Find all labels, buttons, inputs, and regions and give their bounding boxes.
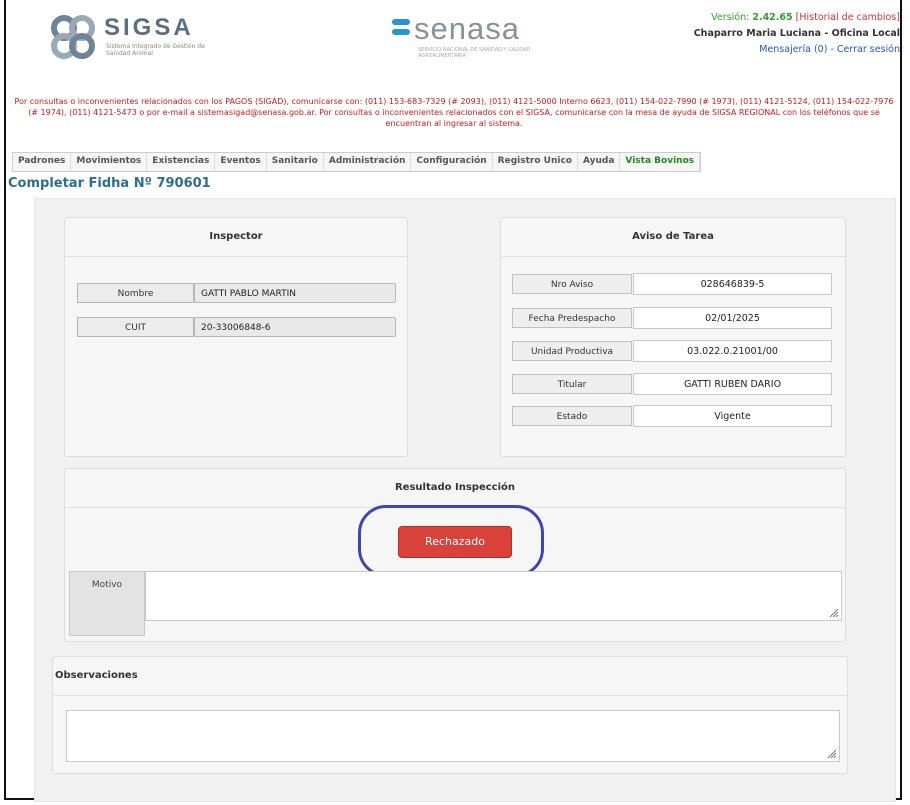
sigsa-logo-icon xyxy=(51,15,95,59)
user-name: Chaparro Maria Luciana - Oficina Local xyxy=(693,28,900,39)
nav-item-eventos[interactable]: Eventos xyxy=(215,153,267,171)
unidad-productiva-label: Unidad Productiva xyxy=(512,341,632,361)
brand-name: senasa xyxy=(414,11,520,46)
aviso-title: Aviso de Tarea xyxy=(501,218,845,257)
senasa-logo-icon xyxy=(392,19,410,35)
version-number: 2.42.65 xyxy=(752,12,793,23)
highlight-circle xyxy=(358,505,544,577)
nro-aviso-label: Nro Aviso xyxy=(512,274,632,294)
fecha-predespacho-field[interactable]: 02/01/2025 xyxy=(633,307,832,329)
logo-title: SIGSA xyxy=(104,14,194,41)
header-user-info: Versión: 2.42.65 [Historial de cambios] … xyxy=(694,10,900,58)
nro-aviso-field[interactable]: 028646839-5 xyxy=(633,273,832,295)
resultado-title: Resultado Inspección xyxy=(65,469,845,508)
titular-field[interactable]: GATTI RUBEN DARIO xyxy=(633,373,832,395)
nav-item-existencias[interactable]: Existencias xyxy=(147,153,216,171)
observaciones-title: Observaciones xyxy=(53,657,847,696)
logout-link[interactable]: Cerrar sesión xyxy=(837,44,900,55)
messages-link[interactable]: Mensajería (0) xyxy=(759,44,827,55)
estado-field[interactable]: Vigente xyxy=(633,405,832,427)
main-nav: Padrones Movimientos Existencias Eventos… xyxy=(12,152,702,172)
contact-notice: Por consultas o inconvenientes relaciona… xyxy=(14,97,894,128)
nav-item-vista-bovinos[interactable]: Vista Bovinos xyxy=(620,153,701,171)
nombre-field[interactable]: GATTI PABLO MARTIN xyxy=(194,283,396,303)
nav-item-configuracion[interactable]: Configuración xyxy=(411,153,493,171)
resize-grip-icon[interactable] xyxy=(829,608,839,618)
cuit-label: CUIT xyxy=(77,317,194,337)
inspector-title: Inspector xyxy=(65,218,407,257)
brand-subtitle: SERVICIO NACIONAL DE SANIDAD Y CALIDAD A… xyxy=(418,47,531,59)
motivo-label: Motivo xyxy=(69,571,145,636)
observaciones-textarea[interactable] xyxy=(66,710,840,762)
sigsa-logo[interactable]: SIGSA Sistema Integrado de Gestión de Sa… xyxy=(50,12,240,62)
logo-subtitle: Sistema Integrado de Gestión de Sanidad … xyxy=(106,43,205,57)
unidad-productiva-field[interactable]: 03.022.0.21001/00 xyxy=(633,340,832,362)
version-label: Versión: xyxy=(711,12,750,23)
nav-item-movimientos[interactable]: Movimientos xyxy=(71,153,148,171)
estado-label: Estado xyxy=(512,406,632,426)
page-title: Completar Fidha Nº 790601 xyxy=(8,176,211,191)
resize-grip-icon[interactable] xyxy=(827,749,837,759)
fecha-predespacho-label: Fecha Predespacho xyxy=(512,308,632,328)
nombre-label: Nombre xyxy=(77,283,194,303)
nav-item-registro-unico[interactable]: Registro Unico xyxy=(493,153,578,171)
senasa-brand: senasa SERVICIO NACIONAL DE SANIDAD Y CA… xyxy=(390,11,570,59)
nav-item-administracion[interactable]: Administración xyxy=(324,153,412,171)
nav-item-ayuda[interactable]: Ayuda xyxy=(578,153,621,171)
cuit-field[interactable]: 20-33006848-6 xyxy=(194,317,396,337)
nav-item-sanitario[interactable]: Sanitario xyxy=(267,153,324,171)
history-link[interactable]: [Historial de cambios] xyxy=(796,12,900,23)
nav-item-padrones[interactable]: Padrones xyxy=(13,153,72,171)
motivo-textarea[interactable] xyxy=(145,571,842,621)
link-separator: - xyxy=(830,44,834,55)
titular-label: Titular xyxy=(512,374,632,394)
